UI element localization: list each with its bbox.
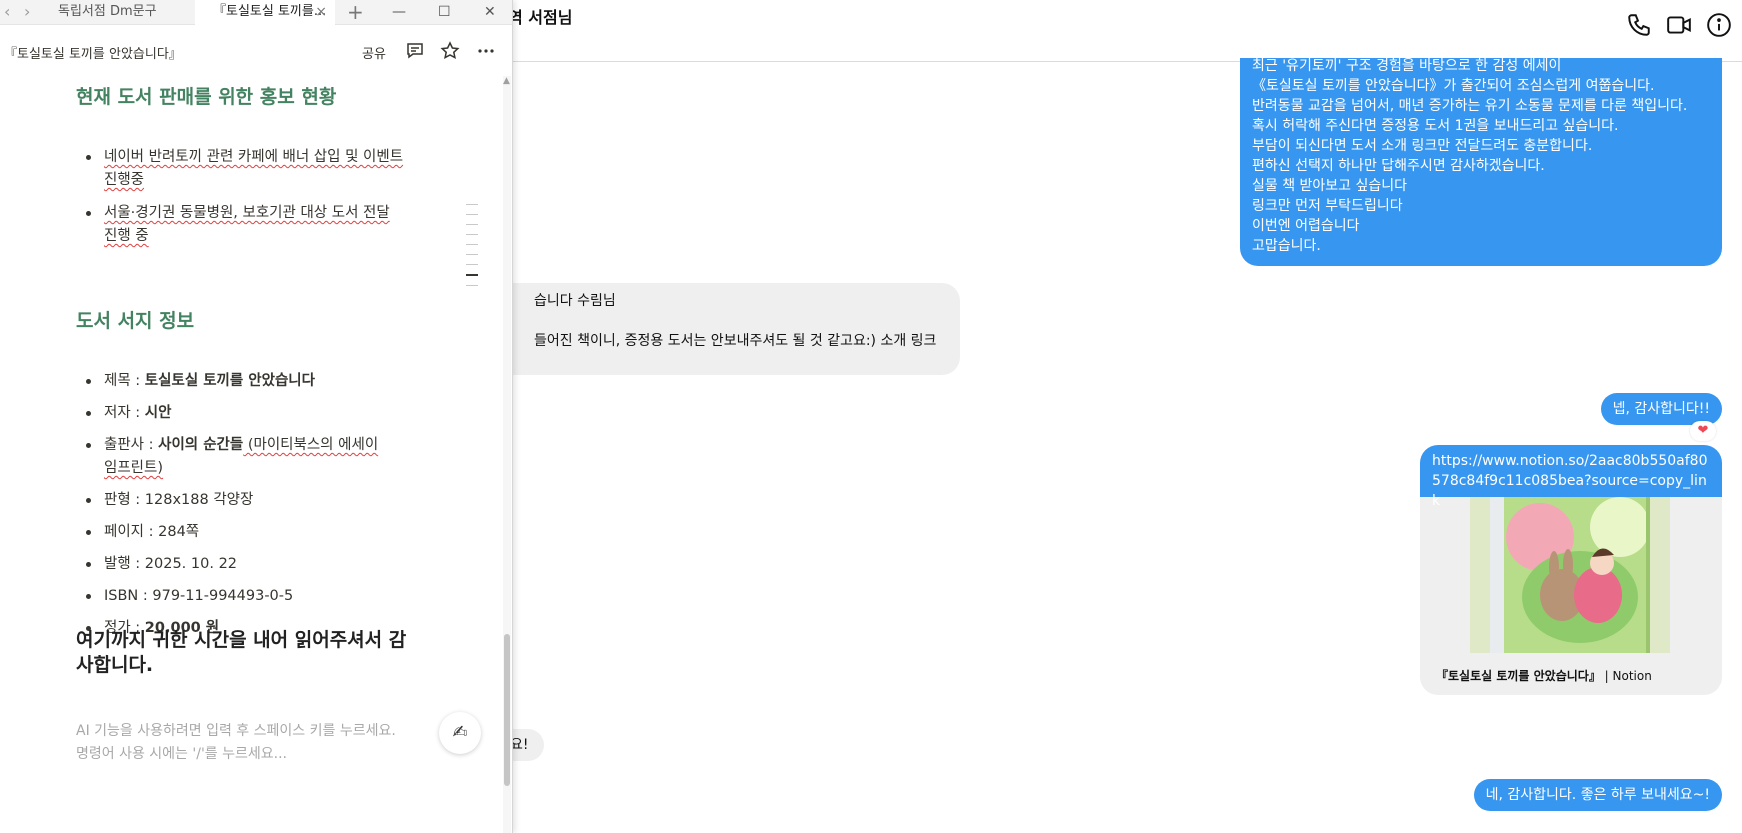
page-breadcrumb[interactable]: 『토실토실 토끼를 안았습니다』 <box>4 43 182 62</box>
share-button[interactable]: 공유 <box>362 43 386 62</box>
message-line: 편하신 선택지 하나만 답해주시면 감사하겠습니다. <box>1252 158 1545 174</box>
list-item-size[interactable]: 판형 : 128x188 각양장 <box>76 489 396 512</box>
link-caption: 『토실토실 토끼를 안았습니다』 | Notion <box>1436 667 1652 684</box>
outgoing-message-long[interactable]: 최근 '유기토끼' 구조 경험을 바탕으로 한 감성 에세이 《토실토실 토끼를… <box>1240 58 1722 266</box>
page-content: 현재 도서 판매를 위한 홍보 현황 네이버 반려토끼 관련 카페에 배너 삽입… <box>0 70 500 833</box>
table-of-contents-minimap[interactable] <box>466 204 480 295</box>
message-line: 고맙습니다. <box>1252 238 1321 254</box>
comment-icon[interactable] <box>405 41 425 61</box>
message-line: 반려동물 교감을 넘어서, 매년 증가하는 유기 소동물 문제를 다룬 책입니다… <box>1252 98 1688 114</box>
more-options-icon[interactable] <box>476 41 496 61</box>
message-line: 습니다 수림님 <box>534 293 616 309</box>
link-caption-site: | Notion <box>1600 669 1652 683</box>
info-icon[interactable] <box>1706 12 1732 38</box>
forward-arrow-icon[interactable]: › <box>24 2 30 21</box>
scrollbar-thumb[interactable] <box>504 634 510 786</box>
book-cover-thumbnail <box>1470 497 1670 653</box>
list-item-pages[interactable]: 페이지 : 284쪽 <box>76 521 396 544</box>
ai-assistant-icon[interactable]: ✍ <box>439 712 481 754</box>
list-item-publisher[interactable]: 출판사 : 사이의 순간들 (마이티북스의 에세이 임프린트) <box>76 434 396 480</box>
incoming-message-reply[interactable]: 습니다 수림님 들어진 책이니, 증정용 도서는 안보내주셔도 될 것 같고요:… <box>440 283 960 375</box>
message-line: 들어진 책이니, 증정용 도서는 안보내주셔도 될 것 같고요:) 소개 링크 <box>534 333 937 349</box>
outgoing-message-goodbye[interactable]: 네, 감사합니다. 좋은 하루 보내세요~! <box>1473 779 1722 811</box>
list-item-date[interactable]: 발행 : 2025. 10. 22 <box>76 553 396 576</box>
scroll-up-arrow-icon[interactable]: ▲ <box>503 76 510 86</box>
book-info-list: 제목 : 토실토실 토끼를 안았습니다 저자 : 시안 출판사 : 사이의 순간… <box>76 370 396 640</box>
list-item[interactable]: 네이버 반려토끼 관련 카페에 배너 삽입 및 이벤트 진행중 <box>76 146 406 192</box>
ai-placeholder-text[interactable]: AI 기능을 사용하려면 입력 후 스페이스 키를 누르세요. 명령어 사용 시… <box>76 720 406 766</box>
info-heading: 도서 서지 정보 <box>76 310 195 332</box>
list-item-isbn[interactable]: ISBN : 979-11-994493-0-5 <box>76 585 396 608</box>
message-line: 이번엔 어렵습니다 <box>1252 218 1360 234</box>
message-line: 부담이 되신다면 도서 소개 링크만 전달드려도 충분합니다. <box>1252 138 1593 154</box>
message-line: 실물 책 받아보고 싶습니다 <box>1252 178 1408 194</box>
close-tab-icon[interactable]: × <box>315 0 327 24</box>
back-arrow-icon[interactable]: ‹ <box>4 2 10 21</box>
promo-heading: 현재 도서 판매를 위한 홍보 현황 <box>76 86 337 108</box>
page-toolbar: 『토실토실 토끼를 안았습니다』 공유 <box>0 37 512 67</box>
maximize-icon[interactable]: ☐ <box>438 0 451 24</box>
message-line: 혹시 허락해 주신다면 증정용 도서 1권을 보내드리고 싶습니다. <box>1252 118 1619 134</box>
list-item-author[interactable]: 저자 : 시안 <box>76 402 396 425</box>
video-call-icon[interactable] <box>1666 12 1692 38</box>
message-line: 최근 '유기토끼' 구조 경험을 바탕으로 한 감성 에세이 <box>1252 58 1562 74</box>
list-item-title[interactable]: 제목 : 토실토실 토끼를 안았습니다 <box>76 370 396 393</box>
tab-label: 『토실토실 토끼를... <box>213 4 327 19</box>
heart-reaction-icon[interactable]: ❤ <box>1690 421 1716 441</box>
star-icon[interactable] <box>440 41 460 61</box>
phone-icon[interactable] <box>1626 12 1652 38</box>
list-item[interactable]: 서울·경기권 동물병원, 보호기관 대상 도서 전달 진행 중 <box>76 202 406 248</box>
message-line: 링크만 먼저 부탁드립니다 <box>1252 198 1403 214</box>
new-tab-icon[interactable]: + <box>347 0 364 24</box>
minimize-icon[interactable]: — <box>392 0 406 24</box>
tab-bar: ‹ › 독립서점 Dm문구 『토실토실 토끼를... × + — ☐ ✕ <box>0 0 512 25</box>
link-caption-title: 『토실토실 토끼를 안았습니다』 <box>1436 669 1601 683</box>
closing-heading: 여기까지 귀한 시간을 내어 읽어주셔서 감사합니다. <box>76 629 407 676</box>
message-line: 《토실토실 토끼를 안았습니다》가 출간되어 조심스럽게 여쭙습니다. <box>1252 78 1655 94</box>
tab-dm-text[interactable]: 독립서점 Dm문구 <box>58 0 157 25</box>
window-close-icon[interactable]: ✕ <box>484 0 496 24</box>
promo-list: 네이버 반려토끼 관련 카페에 배너 삽입 및 이벤트 진행중 서울·경기권 동… <box>76 146 406 248</box>
notion-window: ‹ › 독립서점 Dm문구 『토실토실 토끼를... × + — ☐ ✕ 『토실… <box>0 0 513 833</box>
link-preview-card[interactable]: https://www.notion.so/2aac80b550af80578c… <box>1420 445 1722 695</box>
link-url[interactable]: https://www.notion.so/2aac80b550af80578c… <box>1420 445 1722 509</box>
chat-title: 역 서점님 <box>508 8 573 27</box>
tab-book-page[interactable]: 『토실토실 토끼를... × <box>195 0 335 25</box>
